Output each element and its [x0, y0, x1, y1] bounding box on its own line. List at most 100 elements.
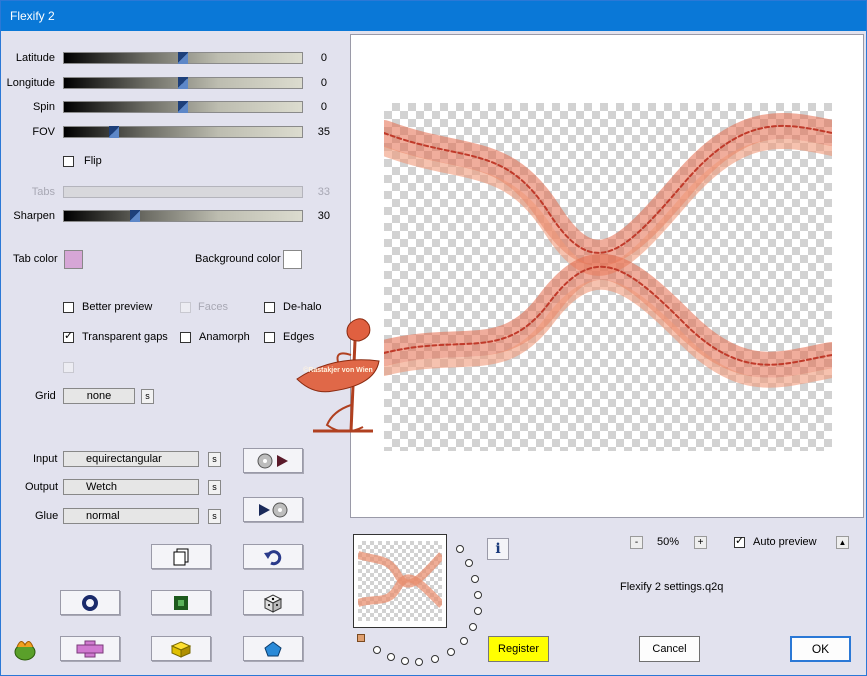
output-s-button[interactable]: s	[208, 480, 221, 495]
copy-button[interactable]	[151, 544, 211, 569]
register-button[interactable]: Register	[488, 636, 549, 662]
navigator-dot[interactable]	[465, 559, 473, 567]
flip-label: Flip	[84, 155, 102, 167]
tabs-label: Tabs	[31, 186, 55, 198]
yellow-cube-icon	[170, 640, 192, 658]
latitude-slider[interactable]	[63, 52, 303, 64]
anamorph-checkbox[interactable]	[180, 332, 191, 343]
navigator-dot[interactable]	[474, 591, 482, 599]
tab-color-swatch[interactable]	[64, 250, 83, 269]
dehalo-label: De-halo	[283, 301, 322, 313]
origin-marker[interactable]	[357, 634, 365, 642]
latitude-value: 0	[320, 52, 327, 64]
dehalo-checkbox[interactable]	[264, 302, 275, 313]
better-preview-checkbox[interactable]	[63, 302, 74, 313]
thumbnail-canvas	[356, 541, 445, 621]
play-disc-icon	[259, 502, 288, 517]
fov-value: 35	[317, 126, 330, 138]
sharpen-label: Sharpen	[13, 210, 55, 222]
navigator-dot[interactable]	[474, 607, 482, 615]
tab-color-label: Tab color	[13, 253, 58, 265]
ribbon-preview-image	[371, 112, 845, 388]
flexify-window: Flexify 2 Latitude 0 Longitude 0 Spin 0 …	[0, 0, 867, 676]
convert-in-button[interactable]	[243, 448, 303, 473]
transparent-gaps-label: Transparent gaps	[82, 331, 168, 343]
tabs-value: 33	[317, 186, 330, 198]
fov-slider-thumb[interactable]	[109, 126, 119, 138]
input-s-button[interactable]: s	[208, 452, 221, 467]
undo-button[interactable]	[243, 544, 303, 569]
spin-slider[interactable]	[63, 101, 303, 113]
grid-label: Grid	[35, 390, 56, 402]
navigator-dot[interactable]	[471, 575, 479, 583]
auto-preview-label: Auto preview	[753, 536, 817, 548]
pink-cross-icon	[76, 640, 104, 657]
latitude-slider-thumb[interactable]	[178, 52, 188, 64]
disc-play-icon	[257, 453, 288, 468]
glue-select[interactable]: normal	[63, 508, 199, 524]
sharpen-slider-thumb[interactable]	[130, 210, 140, 222]
longitude-slider-thumb[interactable]	[178, 77, 188, 89]
navigator-dot[interactable]	[456, 545, 464, 553]
zoom-out-button[interactable]: -	[630, 536, 643, 549]
convert-out-button[interactable]	[243, 497, 303, 522]
glue-s-button[interactable]: s	[208, 509, 221, 524]
cancel-button[interactable]: Cancel	[639, 636, 700, 662]
input-select[interactable]: equirectangular	[63, 451, 199, 467]
checkmark-icon: ✓	[64, 330, 74, 342]
cross-button[interactable]	[60, 636, 120, 661]
output-label: Output	[25, 481, 59, 493]
spin-slider-thumb[interactable]	[178, 101, 188, 113]
glue-label: Glue	[35, 510, 59, 522]
navigator-dot[interactable]	[415, 658, 423, 666]
edges-checkbox[interactable]	[264, 332, 275, 343]
sharpen-slider[interactable]	[63, 210, 303, 222]
ring-button[interactable]	[60, 590, 120, 615]
ring-icon	[82, 594, 98, 611]
grid-select[interactable]: none	[63, 388, 135, 404]
background-color-label: Background color	[195, 253, 281, 265]
longitude-slider[interactable]	[63, 77, 303, 89]
undo-arrow-icon	[264, 549, 282, 565]
navigator-dot[interactable]	[401, 657, 409, 665]
spin-value: 0	[320, 101, 327, 113]
fov-slider[interactable]	[63, 126, 303, 138]
input-label: Input	[33, 453, 58, 465]
navigator-dot[interactable]	[387, 653, 395, 661]
anamorph-label: Anamorph	[199, 331, 250, 343]
output-select[interactable]: Wetch	[63, 479, 199, 495]
pentagon-button[interactable]	[243, 636, 303, 661]
random-button[interactable]	[243, 590, 303, 615]
zoom-in-button[interactable]: +	[694, 536, 707, 549]
navigator-dot[interactable]	[460, 637, 468, 645]
watermark-text: ©Rastakjer von Wien	[303, 367, 373, 374]
fov-label: FOV	[32, 126, 55, 138]
tabs-slider	[63, 186, 303, 198]
navigator-dot[interactable]	[469, 623, 477, 631]
blue-pentagon-icon	[264, 640, 282, 656]
grid-s-button[interactable]: s	[141, 389, 154, 404]
flaming-pear-logo-icon	[14, 641, 36, 661]
settings-filename: Flexify 2 settings.q2q	[620, 581, 724, 593]
background-color-swatch[interactable]	[283, 250, 302, 269]
window-title: Flexify 2	[10, 9, 55, 23]
auto-preview-checkbox[interactable]: ✓	[734, 535, 745, 548]
disabled-option-checkbox	[63, 362, 74, 373]
navigator-dot[interactable]	[431, 655, 439, 663]
ok-button[interactable]: OK	[790, 636, 851, 662]
navigator-dot[interactable]	[447, 648, 455, 656]
frame-button[interactable]	[151, 590, 211, 615]
spin-label: Spin	[32, 101, 55, 113]
better-preview-label: Better preview	[82, 301, 153, 313]
transparent-gaps-checkbox[interactable]: ✓	[63, 330, 74, 343]
faces-label: Faces	[198, 301, 228, 313]
cube-button[interactable]	[151, 636, 211, 661]
info-button[interactable]: i	[487, 538, 509, 560]
navigator-dot[interactable]	[373, 646, 381, 654]
collapse-button[interactable]: ▲	[836, 536, 849, 549]
flip-checkbox[interactable]	[63, 156, 74, 167]
title-bar[interactable]: Flexify 2	[1, 1, 866, 31]
preview-panel[interactable]	[350, 34, 864, 518]
thumbnail-navigator[interactable]	[353, 534, 447, 628]
preview-canvas	[371, 103, 845, 451]
